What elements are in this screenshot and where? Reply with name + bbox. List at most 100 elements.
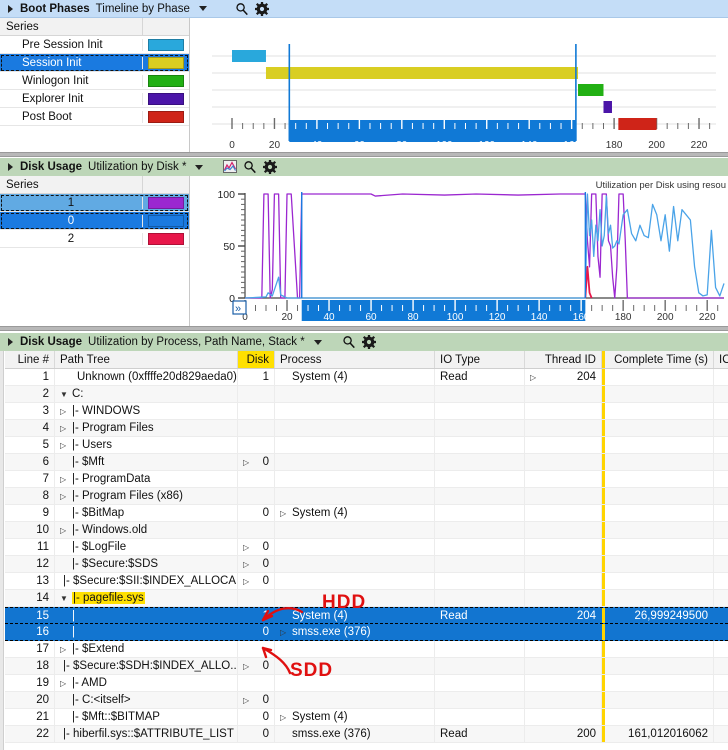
chevron-down-icon[interactable]: ▼ — [60, 594, 69, 603]
color-swatch[interactable] — [148, 92, 184, 105]
table-row[interactable]: 9 |- $BitMap 0 ▷ System (4) — [5, 505, 728, 522]
chevron-right-icon[interactable]: ▷ — [60, 492, 69, 501]
table-row[interactable]: 4 ▷ |- Program Files — [5, 420, 728, 437]
disk-usage-table-header[interactable]: Disk Usage Utilization by Process, Path … — [0, 333, 728, 351]
chevron-right-icon[interactable]: ▷ — [243, 458, 252, 467]
collapse-icon[interactable] — [8, 4, 13, 13]
chart-icon[interactable] — [223, 160, 238, 174]
chevron-right-icon[interactable]: ▷ — [530, 373, 539, 382]
color-swatch[interactable] — [148, 110, 184, 123]
table-row[interactable]: 21 |- $Mft::$BITMAP 0 ▷ System (4) — [5, 709, 728, 726]
panel-divider-2[interactable] — [0, 326, 728, 331]
disk-series-item-0[interactable]: 1 — [0, 194, 189, 212]
chevron-right-icon[interactable]: ▷ — [60, 407, 69, 416]
chevron-right-icon[interactable]: ▷ — [60, 526, 69, 535]
color-swatch[interactable] — [148, 38, 184, 51]
table-row[interactable]: 12 |- $Secure:$SDS ▷ 0 — [5, 556, 728, 573]
boot-phases-header[interactable]: Boot Phases Timeline by Phase — [0, 0, 728, 18]
color-swatch[interactable] — [148, 74, 184, 87]
chevron-right-icon[interactable]: ▷ — [243, 543, 252, 552]
search-icon[interactable] — [342, 335, 356, 349]
color-swatch[interactable] — [148, 214, 184, 227]
series-color-cell[interactable] — [142, 56, 189, 69]
gear-icon[interactable] — [263, 160, 278, 174]
panel-divider-1[interactable] — [0, 152, 728, 157]
chevron-right-icon[interactable]: ▷ — [280, 628, 289, 637]
disk-utilization-graph[interactable]: Utilization per Disk using resou 0 50 100 0… — [190, 176, 728, 328]
chevron-right-icon[interactable]: ▷ — [60, 424, 69, 433]
chevron-right-icon[interactable]: ▷ — [243, 577, 252, 586]
table-row[interactable]: 17 ▷ |- $Extend — [5, 641, 728, 658]
chevron-right-icon[interactable]: ▷ — [243, 696, 252, 705]
chevron-right-icon[interactable]: ▷ — [60, 441, 69, 450]
boot-series-item-4[interactable]: Post Boot — [0, 108, 189, 126]
table-row[interactable]: 15 | 1 System (4) Read 204 26,999249500 — [5, 607, 728, 624]
table-row[interactable]: 1 Unknown (0xffffe20d829aeda0) 1 System (4)… — [5, 369, 728, 386]
boot-series-item-2[interactable]: Winlogon Init — [0, 72, 189, 90]
series-color-cell[interactable] — [142, 196, 189, 209]
table-row[interactable]: 3 ▷ |- WINDOWS — [5, 403, 728, 420]
collapse-icon[interactable] — [8, 338, 13, 346]
disk-series-item-2[interactable]: 2 — [0, 230, 189, 248]
disk-series-item-1[interactable]: 0 — [0, 212, 189, 230]
table-row[interactable]: 13 |- $Secure:$SII:$INDEX_ALLOCA... ▷ 0 — [5, 573, 728, 590]
boot-series-item-3[interactable]: Explorer Init — [0, 90, 189, 108]
disk-usage-table-view-mode[interactable]: Utilization by Process, Path Name, Stack… — [88, 336, 305, 348]
chevron-right-icon[interactable]: ▷ — [243, 662, 252, 671]
series-color-cell[interactable] — [142, 214, 189, 227]
table-row[interactable]: 16 | 0 ▷ smss.exe (376) — [5, 624, 728, 641]
table-header-row[interactable]: Line # Path Tree Disk Process IO Type Thread … — [5, 351, 728, 369]
search-icon[interactable] — [243, 160, 257, 174]
series-color-cell[interactable] — [142, 74, 189, 87]
column-header-io_type[interactable]: IO Type — [435, 351, 525, 368]
boot-series-item-0[interactable]: Pre Session Init — [0, 36, 189, 54]
chevron-right-icon[interactable]: ▷ — [60, 679, 69, 688]
gear-icon[interactable] — [254, 1, 269, 16]
boot-phases-view-mode[interactable]: Timeline by Phase — [96, 3, 190, 15]
table-row[interactable]: 20 |- C:<itself> ▷ 0 — [5, 692, 728, 709]
series-color-cell[interactable] — [142, 38, 189, 51]
table-body[interactable]: 1 Unknown (0xffffe20d829aeda0) 1 System (4)… — [5, 369, 728, 743]
boot-phases-graph[interactable]: 0 20 40 60 80 100 120 140 160 180 200 220 — [190, 18, 728, 155]
table-row[interactable]: 10 ▷ |- Windows.old — [5, 522, 728, 539]
disk-utilization-view-mode[interactable]: Utilization by Disk * — [88, 161, 186, 173]
series-color-cell[interactable] — [142, 92, 189, 105]
column-header-process[interactable]: Process — [275, 351, 435, 368]
table-row[interactable]: 2 ▼ C: — [5, 386, 728, 403]
table-row[interactable]: 8 ▷ |- Program Files (x86) — [5, 488, 728, 505]
table-row[interactable]: 11 |- $LogFile ▷ 0 — [5, 539, 728, 556]
boot-series-item-1[interactable]: Session Init — [0, 54, 189, 72]
gear-icon[interactable] — [361, 335, 376, 349]
series-color-cell[interactable] — [142, 110, 189, 123]
chevron-down-icon[interactable] — [313, 339, 322, 345]
table-row[interactable]: 19 ▷ |- AMD — [5, 675, 728, 692]
disk-utilization-header[interactable]: Disk Usage Utilization by Disk * — [0, 158, 728, 176]
column-header-path[interactable]: Path Tree — [55, 351, 238, 368]
chevron-right-icon[interactable]: ▷ — [243, 560, 252, 569]
chevron-right-icon[interactable]: ▷ — [280, 713, 289, 722]
chevron-down-icon[interactable] — [195, 164, 204, 170]
table-row[interactable]: 5 ▷ |- Users — [5, 437, 728, 454]
chevron-down-icon[interactable]: ▼ — [60, 390, 69, 399]
chevron-right-icon[interactable]: ▷ — [60, 645, 69, 654]
table-row[interactable]: 7 ▷ |- ProgramData — [5, 471, 728, 488]
color-swatch[interactable] — [148, 232, 184, 245]
table-row[interactable]: 14 ▼ |- pagefile.sys — [5, 590, 728, 607]
table-row[interactable]: 6 |- $Mft ▷ 0 — [5, 454, 728, 471]
color-swatch[interactable] — [148, 56, 184, 69]
table-row[interactable]: 18 |- $Secure:$SDH:$INDEX_ALLO... ▷ 0 — [5, 658, 728, 675]
series-color-cell[interactable] — [142, 232, 189, 245]
chevron-right-icon[interactable]: ▷ — [280, 509, 289, 518]
search-icon[interactable] — [235, 2, 249, 16]
column-header-complete_time[interactable]: Complete Time (s) — [602, 351, 714, 368]
disk-usage-grid[interactable]: Line # Path Tree Disk Process IO Type Thread … — [0, 351, 728, 750]
chevron-down-icon[interactable] — [198, 6, 207, 11]
column-header-disk[interactable]: Disk — [238, 351, 275, 368]
column-header-thread_id[interactable]: Thread ID — [525, 351, 602, 368]
column-header-io_tail[interactable]: IO T — [714, 351, 728, 368]
column-header-line[interactable]: Line # — [5, 351, 55, 368]
table-row[interactable]: 22 |- hiberfil.sys::$ATTRIBUTE_LIST 0 smss.… — [5, 726, 728, 743]
chevron-right-icon[interactable]: ▷ — [60, 475, 69, 484]
color-swatch[interactable] — [148, 196, 184, 209]
collapse-icon[interactable] — [8, 163, 13, 171]
